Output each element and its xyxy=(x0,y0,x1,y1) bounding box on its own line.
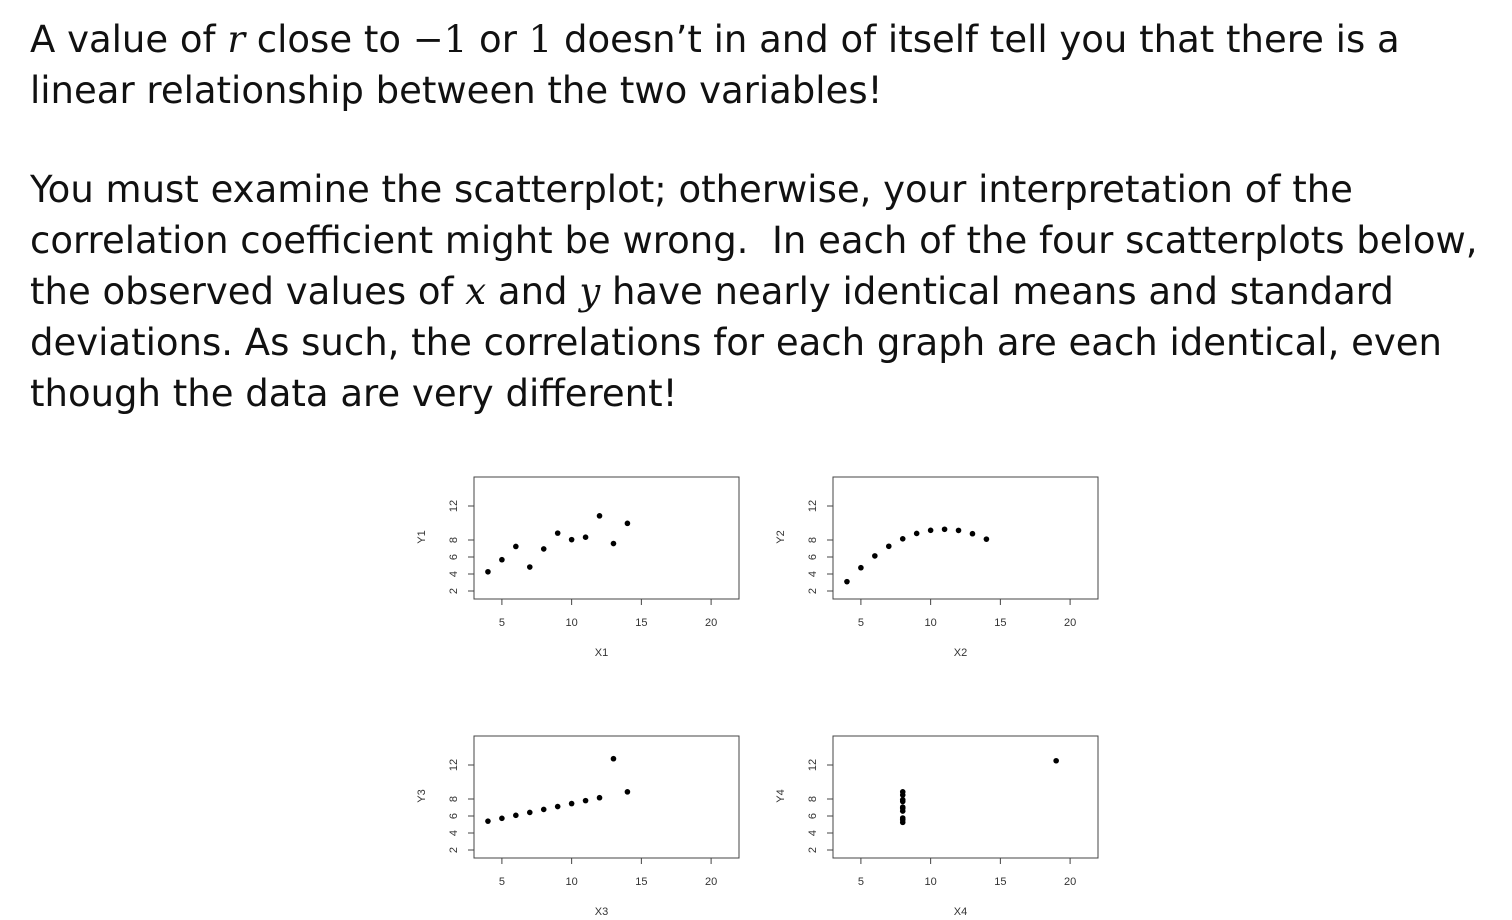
scatterplot-grid: 5 10 15 20 2 4 6 8 12 X1 Y1 5 10 15 20 2 4 6 8 12 X2 Y2 5 10 15 2… xyxy=(416,476,1099,918)
data-point-1-2 xyxy=(540,546,547,552)
y-tick-label-3-8: 8 xyxy=(448,796,460,802)
data-point-1-7 xyxy=(513,543,519,550)
x-tick-label-3-10: 10 xyxy=(566,876,578,888)
y-tick-label-2-8: 8 xyxy=(807,537,819,543)
y-tick-label-2-4: 4 xyxy=(807,571,819,577)
y-tick-label-2-12: 12 xyxy=(807,500,819,512)
y-tick-label-4-12: 12 xyxy=(807,759,819,771)
x-tick-label-1-20: 20 xyxy=(705,617,717,629)
x-tick-label-2-10: 10 xyxy=(925,617,937,629)
data-point-2-10 xyxy=(885,543,892,550)
data-point-3-1 xyxy=(568,800,575,807)
data-point-4-8 xyxy=(1053,757,1059,764)
x-tick-label-4-5: 5 xyxy=(858,876,864,888)
data-point-4-10 xyxy=(899,796,906,803)
y-tick-label-1-8: 8 xyxy=(448,537,460,543)
data-point-3-8 xyxy=(485,818,491,824)
plot-frame-3 xyxy=(473,735,740,859)
data-point-3-10 xyxy=(526,809,533,816)
data-point-1-8 xyxy=(485,568,491,575)
y-axis-label-2: Y2 xyxy=(775,530,787,543)
data-point-1-4 xyxy=(554,530,561,536)
y-tick-label-4-4: 4 xyxy=(807,830,819,836)
data-point-1-6 xyxy=(624,520,631,527)
y-tick-label-3-2: 2 xyxy=(448,847,460,853)
x-tick-label-2-15: 15 xyxy=(994,617,1006,629)
data-point-2-7 xyxy=(872,553,878,559)
x-axis-label-2: X2 xyxy=(954,647,967,659)
data-point-1-9 xyxy=(596,513,603,519)
data-point-2-3 xyxy=(969,530,976,537)
data-point-2-11 xyxy=(858,564,864,571)
plot-frame-2 xyxy=(832,476,1099,600)
data-point-1-5 xyxy=(582,534,589,540)
y-tick-label-3-6: 6 xyxy=(448,813,460,819)
data-point-3-7 xyxy=(513,812,519,819)
data-point-1-3 xyxy=(610,540,617,547)
y-tick-label-2-2: 2 xyxy=(807,588,819,594)
x-tick-label-1-15: 15 xyxy=(635,617,647,629)
y-tick-label-4-6: 6 xyxy=(807,813,819,819)
y-axis-label-1: Y1 xyxy=(416,530,428,543)
data-point-3-2 xyxy=(540,806,547,813)
x-axis-label-3: X3 xyxy=(595,906,608,918)
x-tick-label-4-20: 20 xyxy=(1064,876,1076,888)
data-point-4-9 xyxy=(899,816,906,823)
data-point-2-4 xyxy=(913,530,920,537)
data-point-4-5 xyxy=(899,792,906,798)
y-tick-label-3-4: 4 xyxy=(448,830,460,836)
x-tick-label-2-20: 20 xyxy=(1064,617,1076,629)
y-tick-label-4-2: 2 xyxy=(807,847,819,853)
x-tick-label-1-10: 10 xyxy=(566,617,578,629)
x-tick-label-3-20: 20 xyxy=(705,876,717,888)
data-point-2-1 xyxy=(927,527,934,534)
x-axis-label-4: X4 xyxy=(954,906,967,918)
data-point-3-5 xyxy=(582,797,589,804)
data-point-1-10 xyxy=(526,564,533,570)
data-point-3-9 xyxy=(596,794,603,801)
y-tick-label-1-6: 6 xyxy=(448,554,460,560)
y-tick-label-2-6: 6 xyxy=(807,554,819,560)
x-tick-label-4-10: 10 xyxy=(925,876,937,888)
x-tick-label-1-5: 5 xyxy=(499,617,505,629)
data-point-1-1 xyxy=(568,536,575,543)
x-axis-label-1: X1 xyxy=(595,647,608,659)
data-point-3-4 xyxy=(554,803,561,810)
data-point-3-6 xyxy=(624,789,631,795)
x-tick-label-3-5: 5 xyxy=(499,876,505,888)
plot-frame-4 xyxy=(832,735,1099,859)
data-point-3-11 xyxy=(499,815,505,822)
x-tick-label-4-15: 15 xyxy=(994,876,1006,888)
data-point-1-11 xyxy=(499,556,505,563)
y-axis-label-3: Y3 xyxy=(416,789,428,802)
y-tick-label-1-4: 4 xyxy=(448,571,460,577)
y-tick-label-4-8: 8 xyxy=(807,796,819,802)
y-tick-label-3-12: 12 xyxy=(448,759,460,771)
x-tick-label-3-15: 15 xyxy=(635,876,647,888)
data-point-2-2 xyxy=(899,536,906,542)
data-point-4-11 xyxy=(899,805,906,812)
x-tick-label-2-5: 5 xyxy=(858,617,864,629)
data-point-2-9 xyxy=(955,527,962,534)
data-point-3-3 xyxy=(610,755,617,762)
plot-frame-1 xyxy=(473,476,740,600)
y-tick-label-1-12: 12 xyxy=(448,500,460,512)
y-tick-label-1-2: 2 xyxy=(448,588,460,594)
data-point-2-6 xyxy=(983,536,990,542)
data-point-2-8 xyxy=(844,578,850,585)
data-point-2-5 xyxy=(941,526,948,533)
y-axis-label-4: Y4 xyxy=(775,789,787,802)
